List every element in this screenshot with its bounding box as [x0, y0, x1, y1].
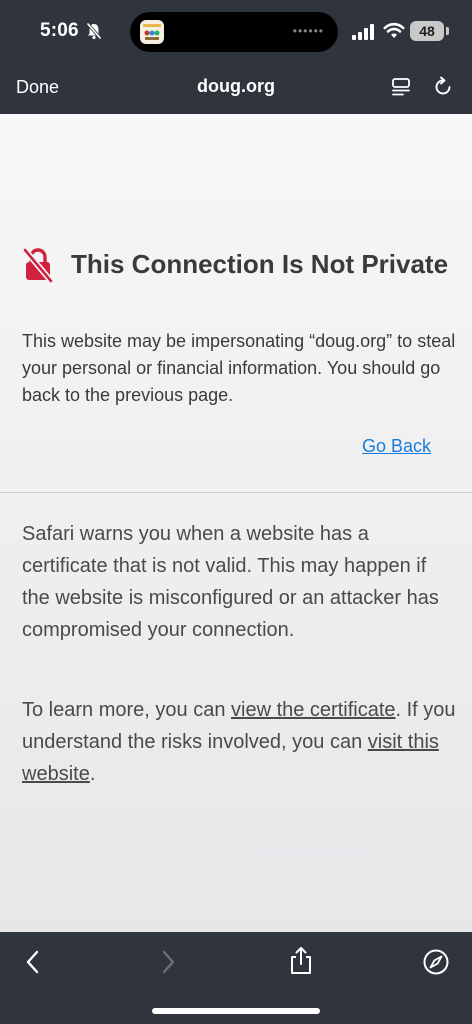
- safari-nav-bar: doug.org Done: [0, 64, 472, 114]
- page-title: This Connection Is Not Private: [71, 249, 449, 279]
- dynamic-island: ••••••: [130, 12, 338, 52]
- status-time: 5:06: [40, 20, 79, 41]
- reader-mode-icon[interactable]: [390, 76, 412, 98]
- share-icon[interactable]: [288, 946, 314, 976]
- home-indicator[interactable]: [152, 1008, 320, 1014]
- warning-text: This website may be impersonating “doug.…: [22, 331, 456, 405]
- bell-slash-icon: [86, 22, 102, 40]
- error-page: This Connection Is Not Private This webs…: [0, 114, 472, 932]
- live-activity-app-icon: [140, 20, 164, 44]
- reload-icon[interactable]: [432, 76, 454, 98]
- battery-nub: [446, 27, 449, 35]
- view-certificate-link[interactable]: view the certificate: [231, 699, 396, 721]
- chevron-right-icon[interactable]: [157, 948, 179, 976]
- island-indicator: ••••••: [292, 24, 324, 38]
- learn-more-suffix: .: [89, 763, 96, 785]
- go-back-link[interactable]: Go Back: [362, 436, 431, 457]
- wifi-icon: [383, 22, 405, 38]
- chevron-left-icon[interactable]: [22, 948, 44, 976]
- broken-lock-icon: [22, 248, 54, 283]
- cellular-signal-icon: [352, 24, 374, 40]
- learn-more-text: To learn more, you can view the certific…: [22, 694, 462, 790]
- compass-icon[interactable]: [422, 948, 450, 976]
- explanation-text: Safari warns you when a website has a ce…: [22, 523, 439, 641]
- battery-indicator: 48: [410, 21, 444, 41]
- divider: [0, 492, 472, 493]
- done-button[interactable]: Done: [16, 77, 59, 98]
- learn-more-prefix: To learn more, you can: [22, 699, 231, 721]
- status-bar: 5:06 •••••• 48: [0, 0, 472, 64]
